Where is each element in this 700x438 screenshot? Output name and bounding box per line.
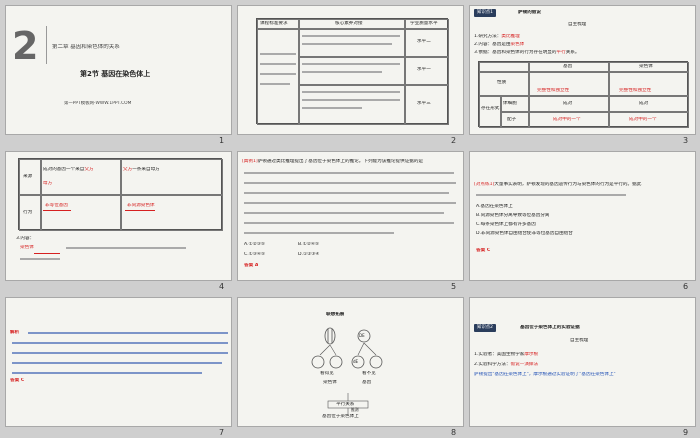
basis-line: 3.依据：基因和染色体的行为存在明显的平行关系。 bbox=[474, 50, 580, 55]
topic-heading: 萨顿的假说 bbox=[518, 10, 541, 15]
sub-heading: 自主梳理 bbox=[570, 338, 589, 343]
sub-heading: 自主梳理 bbox=[568, 22, 587, 27]
topic-heading: 基因位于染色体上的实验证据 bbox=[520, 325, 580, 330]
slide-number: 8 bbox=[451, 428, 457, 437]
table-header: 课程标准要求 bbox=[260, 21, 288, 26]
slide-thumbnail-7[interactable]: 解析 答案 C bbox=[5, 297, 232, 427]
chapter-title: 第二章 基因和染色体的关系 bbox=[52, 44, 120, 50]
slide-number: 9 bbox=[683, 428, 689, 437]
option-d: D.非同源染色体自由组合使非等位基因自由组合 bbox=[476, 231, 573, 236]
slide-thumbnail-4[interactable]: 来源 成对的基因一个来自父方 母方 父方一条来自母方 行为 非等位基因 非同源染… bbox=[5, 151, 232, 281]
slide-number: 7 bbox=[219, 428, 225, 437]
option-a: A.基因在染色体上 bbox=[476, 204, 513, 209]
answer-text: 完整性和独立性 bbox=[537, 88, 570, 93]
slide-thumbnail-1[interactable]: 2 第二章 基因和染色体的关系 第2节 基因在染色体上 第一PPT模板网-WWW… bbox=[5, 5, 232, 135]
slide-thumbnail-2[interactable]: 课程标准要求 核心素养对接 学业质量水平 水平二 水平一 水平三 bbox=[237, 5, 464, 135]
source-behavior-table: 来源 成对的基因一个来自父方 母方 父方一条来自母方 行为 非等位基因 非同源染… bbox=[18, 158, 223, 231]
option-d: D.①②③④ bbox=[298, 252, 320, 257]
level-value: 水平一 bbox=[417, 67, 431, 72]
slide-number: 3 bbox=[683, 136, 689, 145]
chapter-number: 2 bbox=[12, 24, 39, 68]
level-value: 水平三 bbox=[417, 101, 431, 106]
table-header: 学业质量水平 bbox=[410, 21, 438, 26]
option-b: B.①②④⑤ bbox=[298, 242, 320, 247]
slide-sorter-grid: 2 第二章 基因和染色体的关系 第2节 基因在染色体上 第一PPT模板网-WWW… bbox=[0, 0, 700, 438]
comparison-table: 基因 染色体 性质 完整性和独立性 完整性和独立性 存在形式 体细胞 配子 成对… bbox=[478, 61, 689, 128]
level-value: 水平二 bbox=[417, 39, 431, 44]
analysis-label: 解析 bbox=[10, 330, 20, 335]
content-line: 2.内容：基因是由染色体 bbox=[474, 42, 525, 47]
slide-thumbnail-9[interactable]: 知识点2 基因位于染色体上的实验证据 自主梳理 1.实验者：美国生物学家摩尔根 … bbox=[469, 297, 696, 427]
option-a: A.①②③⑤ bbox=[244, 242, 265, 247]
slide-number: 2 bbox=[451, 136, 457, 145]
title-divider bbox=[46, 26, 47, 64]
slide-number: 4 bbox=[219, 282, 225, 291]
answer-text: 完整性和独立性 bbox=[619, 88, 652, 93]
knowledge-badge: 知识点1 bbox=[474, 9, 496, 17]
option-c: C.①③④⑤ bbox=[244, 252, 266, 257]
table-header: 核心素养对接 bbox=[335, 21, 363, 26]
template-footer: 第一PPT模板网-WWW.1PPT.COM bbox=[64, 101, 132, 106]
knowledge-badge: 知识点2 bbox=[474, 324, 496, 332]
option-b: B.同源染色体分离导致等位基因分离 bbox=[476, 213, 550, 218]
slide-thumbnail-6[interactable]: [对点练1]大量事实表明，萨顿发现的基因遗传行为与染色体的行为是平行的。据此 A… bbox=[469, 151, 696, 281]
slide-number: 1 bbox=[219, 136, 225, 145]
slide-thumbnail-8[interactable]: 联想拓展 DE dE 看得见 看不见 染色体 基因 平行关系 推测 基因位于染色… bbox=[237, 297, 464, 427]
method-line: 1.研究方法：类比推理 bbox=[474, 34, 520, 39]
slide-thumbnail-3[interactable]: 知识点1 萨顿的假说 自主梳理 1.研究方法：类比推理 2.内容：基因是由染色体… bbox=[469, 5, 696, 135]
standards-table: 课程标准要求 核心素养对接 学业质量水平 水平二 水平一 水平三 bbox=[256, 18, 449, 125]
slide-number: 6 bbox=[683, 282, 689, 291]
slide-thumbnail-5[interactable]: [典例1]萨顿通过类比推理提出了基因位于染色体上的推论。下列能为该推论提供证据的… bbox=[237, 151, 464, 281]
slide-number: 5 bbox=[451, 282, 457, 291]
option-c: C.每条染色体上都有许多基因 bbox=[476, 222, 536, 227]
section-title: 第2节 基因在染色体上 bbox=[80, 70, 151, 78]
